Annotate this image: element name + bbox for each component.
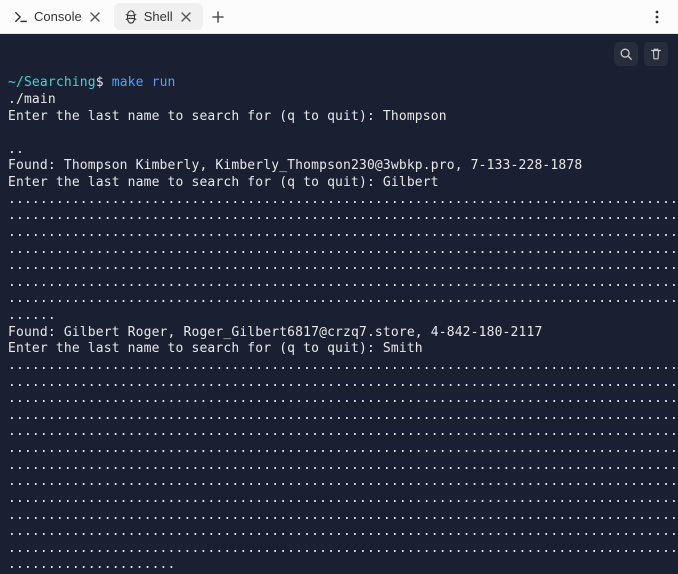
terminal-line: Enter the last name to search for (q to … [8, 109, 447, 124]
terminal-line: Enter the last name to search for (q to … [8, 341, 423, 356]
tab-label: Console [34, 9, 82, 24]
terminal-line: ........................................… [8, 291, 678, 306]
terminal-line: ........................................… [8, 375, 678, 390]
terminal-line: Found: Gilbert Roger, Roger_Gilbert6817@… [8, 325, 542, 340]
kebab-menu-icon[interactable] [644, 4, 670, 30]
terminal-line: .. [8, 142, 24, 157]
terminal-line: ........................................… [8, 491, 678, 506]
terminal-line: ........................................… [8, 242, 678, 257]
terminal-line: ./main [8, 92, 56, 107]
terminal-line: ..................... [8, 557, 176, 572]
close-icon[interactable] [88, 10, 102, 24]
terminal-line: ........................................… [8, 524, 678, 539]
tab-shell[interactable]: Shell [114, 3, 203, 30]
shell-icon [124, 10, 138, 24]
prompt-icon [14, 10, 28, 24]
terminal-line: Enter the last name to search for (q to … [8, 175, 439, 190]
terminal-line: ........................................… [8, 358, 678, 373]
search-icon[interactable] [614, 42, 638, 66]
terminal-line: ........................................… [8, 458, 678, 473]
command-text: make run [112, 75, 176, 90]
terminal-line: ........................................… [8, 424, 678, 439]
close-icon[interactable] [179, 10, 193, 24]
terminal-line: ........................................… [8, 225, 678, 240]
tab-label: Shell [144, 9, 173, 24]
terminal-line: ........................................… [8, 541, 678, 556]
terminal-pane[interactable]: ~/Searching$ make run ./main Enter the l… [0, 34, 678, 574]
new-tab-button[interactable] [205, 4, 231, 30]
terminal-actions [614, 42, 668, 66]
prompt-path: ~/Searching [8, 75, 96, 90]
terminal-line: ........................................… [8, 275, 678, 290]
prompt-dollar: $ [96, 75, 104, 90]
terminal-line: ........................................… [8, 508, 678, 523]
terminal-line: ........................................… [8, 441, 678, 456]
trash-icon[interactable] [644, 42, 668, 66]
terminal-line: ........................................… [8, 192, 678, 207]
tab-bar: Console Shell [0, 0, 678, 34]
terminal-line: ........................................… [8, 208, 678, 223]
terminal-line: ........................................… [8, 391, 678, 406]
terminal-line: ........................................… [8, 258, 678, 273]
tab-console[interactable]: Console [4, 3, 112, 30]
terminal-line: ........................................… [8, 474, 678, 489]
terminal-line: ........................................… [8, 408, 678, 423]
terminal-line: Found: Thompson Kimberly, Kimberly_Thomp… [8, 158, 582, 173]
terminal-line: ...... [8, 308, 56, 323]
